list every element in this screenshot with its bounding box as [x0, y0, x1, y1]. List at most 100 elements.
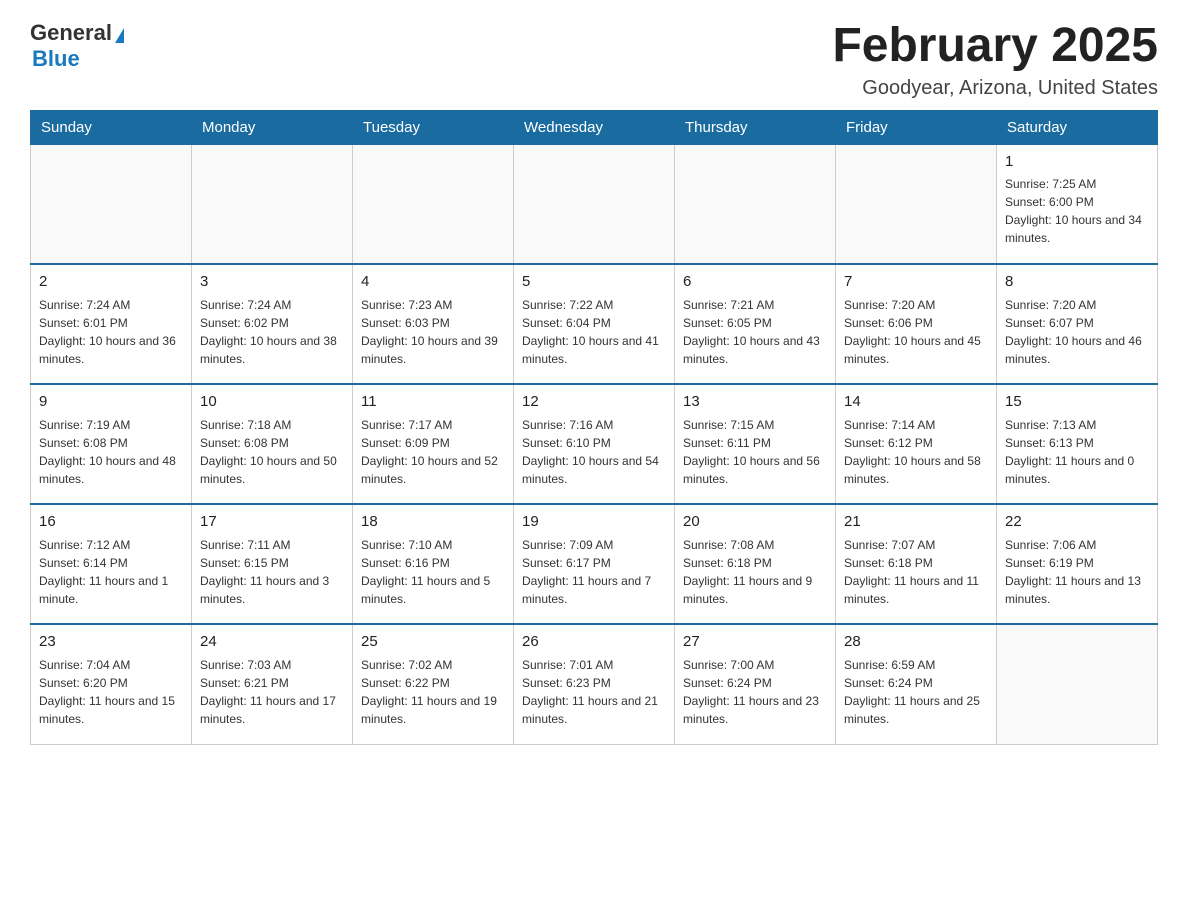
- sunrise-text: Sunrise: 7:14 AM: [844, 416, 988, 434]
- sunrise-text: Sunrise: 7:24 AM: [39, 296, 183, 314]
- calendar-cell: 8Sunrise: 7:20 AMSunset: 6:07 PMDaylight…: [997, 264, 1158, 384]
- daylight-text: Daylight: 11 hours and 23 minutes.: [683, 692, 827, 728]
- sunrise-text: Sunrise: 7:04 AM: [39, 656, 183, 674]
- calendar-cell: 21Sunrise: 7:07 AMSunset: 6:18 PMDayligh…: [836, 504, 997, 624]
- day-number: 2: [39, 271, 183, 294]
- daylight-text: Daylight: 10 hours and 56 minutes.: [683, 452, 827, 488]
- calendar-col-friday: Friday: [836, 110, 997, 144]
- calendar-cell: 12Sunrise: 7:16 AMSunset: 6:10 PMDayligh…: [514, 384, 675, 504]
- sunrise-text: Sunrise: 7:01 AM: [522, 656, 666, 674]
- calendar-cell: 24Sunrise: 7:03 AMSunset: 6:21 PMDayligh…: [192, 624, 353, 744]
- calendar-cell: 5Sunrise: 7:22 AMSunset: 6:04 PMDaylight…: [514, 264, 675, 384]
- cell-content: 23Sunrise: 7:04 AMSunset: 6:20 PMDayligh…: [39, 631, 183, 728]
- sunset-text: Sunset: 6:17 PM: [522, 554, 666, 572]
- sunset-text: Sunset: 6:04 PM: [522, 314, 666, 332]
- daylight-text: Daylight: 11 hours and 17 minutes.: [200, 692, 344, 728]
- cell-content: 27Sunrise: 7:00 AMSunset: 6:24 PMDayligh…: [683, 631, 827, 728]
- sunset-text: Sunset: 6:15 PM: [200, 554, 344, 572]
- sunset-text: Sunset: 6:23 PM: [522, 674, 666, 692]
- cell-content: 7 Sunrise: 7:20 AMSunset: 6:06 PMDaylight…: [844, 271, 988, 368]
- cell-content: 22Sunrise: 7:06 AMSunset: 6:19 PMDayligh…: [1005, 511, 1149, 608]
- day-number: 21: [844, 511, 988, 534]
- cell-content: 28Sunrise: 6:59 AMSunset: 6:24 PMDayligh…: [844, 631, 988, 728]
- calendar-col-wednesday: Wednesday: [514, 110, 675, 144]
- day-number: 12: [522, 391, 666, 414]
- calendar-cell: [514, 144, 675, 264]
- cell-content: 5Sunrise: 7:22 AMSunset: 6:04 PMDaylight…: [522, 271, 666, 368]
- calendar-cell: 20Sunrise: 7:08 AMSunset: 6:18 PMDayligh…: [675, 504, 836, 624]
- calendar-cell: 6Sunrise: 7:21 AMSunset: 6:05 PMDaylight…: [675, 264, 836, 384]
- title-area: February 2025 Goodyear, Arizona, United …: [832, 20, 1158, 100]
- daylight-text: Daylight: 11 hours and 13 minutes.: [1005, 572, 1149, 608]
- calendar-week-row: 23Sunrise: 7:04 AMSunset: 6:20 PMDayligh…: [31, 624, 1158, 744]
- calendar-cell: 27Sunrise: 7:00 AMSunset: 6:24 PMDayligh…: [675, 624, 836, 744]
- calendar-cell: 28Sunrise: 6:59 AMSunset: 6:24 PMDayligh…: [836, 624, 997, 744]
- day-number: 4: [361, 271, 505, 294]
- sunset-text: Sunset: 6:06 PM: [844, 314, 988, 332]
- daylight-text: Daylight: 10 hours and 58 minutes.: [844, 452, 988, 488]
- calendar-cell: 22Sunrise: 7:06 AMSunset: 6:19 PMDayligh…: [997, 504, 1158, 624]
- calendar-cell: [675, 144, 836, 264]
- sunrise-text: Sunrise: 7:20 AM: [844, 296, 988, 314]
- day-number: 6: [683, 271, 827, 294]
- sunset-text: Sunset: 6:03 PM: [361, 314, 505, 332]
- calendar-cell: 19Sunrise: 7:09 AMSunset: 6:17 PMDayligh…: [514, 504, 675, 624]
- day-number: 20: [683, 511, 827, 534]
- cell-content: 8Sunrise: 7:20 AMSunset: 6:07 PMDaylight…: [1005, 271, 1149, 368]
- calendar-cell: 16Sunrise: 7:12 AMSunset: 6:14 PMDayligh…: [31, 504, 192, 624]
- cell-content: 25Sunrise: 7:02 AMSunset: 6:22 PMDayligh…: [361, 631, 505, 728]
- cell-content: 19Sunrise: 7:09 AMSunset: 6:17 PMDayligh…: [522, 511, 666, 608]
- calendar-cell: 3Sunrise: 7:24 AMSunset: 6:02 PMDaylight…: [192, 264, 353, 384]
- sunset-text: Sunset: 6:00 PM: [1005, 193, 1149, 211]
- calendar-header-row: SundayMondayTuesdayWednesdayThursdayFrid…: [31, 110, 1158, 144]
- calendar-week-row: 2 Sunrise: 7:24 AMSunset: 6:01 PM Daylight…: [31, 264, 1158, 384]
- calendar-cell: [192, 144, 353, 264]
- calendar-cell: 14Sunrise: 7:14 AMSunset: 6:12 PMDayligh…: [836, 384, 997, 504]
- sunset-text: Sunset: 6:01 PM: [39, 314, 183, 332]
- daylight-text: Daylight: 11 hours and 7 minutes.: [522, 572, 666, 608]
- cell-content: 15Sunrise: 7:13 AMSunset: 6:13 PMDayligh…: [1005, 391, 1149, 488]
- sunrise-text: Sunrise: 6:59 AM: [844, 656, 988, 674]
- calendar-col-tuesday: Tuesday: [353, 110, 514, 144]
- day-number: 11: [361, 391, 505, 414]
- logo-general-text: General: [30, 20, 112, 46]
- daylight-text: Daylight: 11 hours and 1 minute.: [39, 572, 183, 608]
- sunrise-text: Sunrise: 7:00 AM: [683, 656, 827, 674]
- daylight-text: Daylight: 10 hours and 45 minutes.: [844, 332, 988, 368]
- calendar-cell: 10Sunrise: 7:18 AMSunset: 6:08 PMDayligh…: [192, 384, 353, 504]
- sunset-text: Sunset: 6:11 PM: [683, 434, 827, 452]
- day-number: 23: [39, 631, 183, 654]
- day-number: 27: [683, 631, 827, 654]
- day-number: 8: [1005, 271, 1149, 294]
- day-number: 19: [522, 511, 666, 534]
- calendar-cell: 2Sunrise: 7:24 AMSunset: 6:01 PMDaylight…: [31, 264, 192, 384]
- cell-content: 1Sunrise: 7:25 AMSunset: 6:00 PMDaylight…: [1005, 151, 1149, 248]
- day-number: 10: [200, 391, 344, 414]
- day-number: 7: [844, 271, 988, 294]
- daylight-text: Daylight: 10 hours and 52 minutes.: [361, 452, 505, 488]
- sunrise-text: Sunrise: 7:03 AM: [200, 656, 344, 674]
- day-number: 25: [361, 631, 505, 654]
- calendar-cell: 7 Sunrise: 7:20 AMSunset: 6:06 PMDaylight…: [836, 264, 997, 384]
- cell-content: 10Sunrise: 7:18 AMSunset: 6:08 PMDayligh…: [200, 391, 344, 488]
- calendar-cell: 26Sunrise: 7:01 AMSunset: 6:23 PMDayligh…: [514, 624, 675, 744]
- daylight-text: Daylight: 11 hours and 19 minutes.: [361, 692, 505, 728]
- sunset-text: Sunset: 6:13 PM: [1005, 434, 1149, 452]
- sunrise-text: Sunrise: 7:20 AM: [1005, 296, 1149, 314]
- day-number: 14: [844, 391, 988, 414]
- sunrise-text: Sunrise: 7:08 AM: [683, 536, 827, 554]
- calendar-cell: 13Sunrise: 7:15 AMSunset: 6:11 PMDayligh…: [675, 384, 836, 504]
- sunrise-text: Sunrise: 7:23 AM: [361, 296, 505, 314]
- day-number: 3: [200, 271, 344, 294]
- daylight-text: Daylight: 10 hours and 48 minutes.: [39, 452, 183, 488]
- sunrise-text: Sunrise: 7:17 AM: [361, 416, 505, 434]
- cell-content: 13Sunrise: 7:15 AMSunset: 6:11 PMDayligh…: [683, 391, 827, 488]
- cell-content: 26Sunrise: 7:01 AMSunset: 6:23 PMDayligh…: [522, 631, 666, 728]
- day-number: 15: [1005, 391, 1149, 414]
- daylight-text: Daylight: 10 hours and 38 minutes.: [200, 332, 344, 368]
- day-number: 17: [200, 511, 344, 534]
- cell-content: 14Sunrise: 7:14 AMSunset: 6:12 PMDayligh…: [844, 391, 988, 488]
- calendar-week-row: 9Sunrise: 7:19 AMSunset: 6:08 PMDaylight…: [31, 384, 1158, 504]
- day-number: 24: [200, 631, 344, 654]
- cell-content: 2Sunrise: 7:24 AMSunset: 6:01 PMDaylight…: [39, 271, 183, 368]
